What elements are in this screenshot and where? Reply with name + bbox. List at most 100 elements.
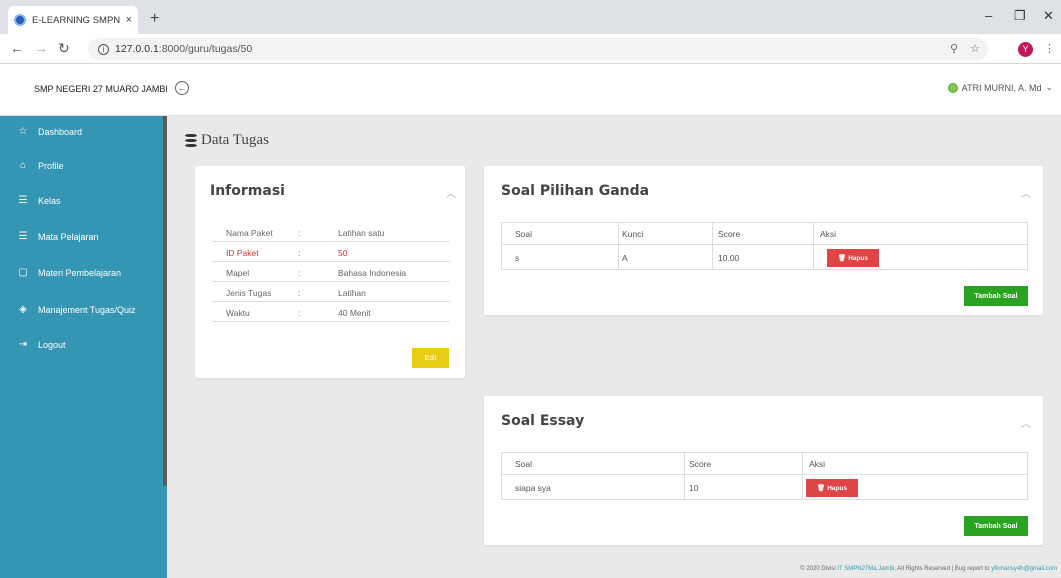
- info-value: Latihan satu: [338, 228, 385, 238]
- info-value: 50: [338, 248, 348, 258]
- footer-text: © 2020 Divisi: [800, 566, 836, 572]
- maximize-icon[interactable]: ❐: [1014, 8, 1026, 24]
- sidebar-item-label: Kelas: [38, 195, 61, 206]
- trash-icon: 🗑: [837, 255, 847, 262]
- logout-icon: ⇥: [18, 339, 28, 350]
- pilihan-ganda-card: Soal Pilihan Ganda ︿ Soal Kunci Score Ak…: [484, 166, 1043, 315]
- url-host: 127.0.0.1: [115, 43, 159, 55]
- column-header: Score: [718, 229, 741, 239]
- school-name[interactable]: SMP NEGERI 27 MUARO JAMBI: [34, 84, 168, 94]
- sidebar-item-kelas[interactable]: ☰ Kelas: [17, 195, 61, 206]
- edit-button[interactable]: Edit: [412, 348, 449, 368]
- tab-close-icon[interactable]: ×: [126, 14, 132, 26]
- hapus-button[interactable]: 🗑 Hapus: [806, 479, 858, 497]
- hapus-button[interactable]: 🗑 Hapus: [827, 249, 879, 267]
- app-header: SMP NEGERI 27 MUARO JAMBI ← ATRI MURNI, …: [0, 64, 1061, 116]
- page-title-text: Data Tugas: [201, 132, 269, 148]
- info-sep: :: [298, 288, 301, 298]
- url-input[interactable]: i 127.0.0.1:8000/guru/tugas/50: [88, 38, 988, 60]
- essay-card: Soal Essay ︿ Soal Score Aksi siapa sya 1…: [484, 396, 1043, 545]
- info-value: Bahasa Indonesia: [338, 268, 407, 278]
- new-tab-button[interactable]: +: [150, 10, 159, 28]
- chevron-up-icon[interactable]: ︿: [1021, 415, 1031, 430]
- reload-icon[interactable]: ↻: [58, 40, 70, 57]
- sidebar-toggle-icon[interactable]: ←: [175, 81, 189, 95]
- zoom-icon[interactable]: ⚲: [950, 42, 958, 55]
- user-menu[interactable]: ATRI MURNI, A. Md ⌄: [947, 82, 1053, 93]
- essay-table: Soal Score Aksi siapa sya 10 🗑 Hapus: [501, 452, 1028, 500]
- back-arrow-icon[interactable]: ←: [10, 40, 24, 56]
- chevron-up-icon[interactable]: ︿: [446, 185, 456, 200]
- address-bar-row: ← → ↻ i 127.0.0.1:8000/guru/tugas/50 ⚲ ☆…: [0, 34, 1061, 64]
- site-info-icon[interactable]: i: [98, 43, 109, 55]
- forward-arrow-icon[interactable]: →: [34, 40, 48, 56]
- info-row-id-paket: ID Paket : 50: [212, 243, 450, 262]
- trash-icon: 🗑: [816, 485, 826, 492]
- column-header: Aksi: [809, 459, 826, 469]
- browser-tab[interactable]: E-LEARNING SMPN 27 MUARO J ×: [8, 6, 138, 34]
- column-header: Kunci: [622, 229, 644, 239]
- info-value: Latihan: [338, 288, 366, 298]
- cell-soal: s: [515, 253, 520, 263]
- column-header: Soal: [515, 459, 533, 469]
- home-icon: ⌂: [19, 160, 27, 171]
- user-avatar-icon: [947, 82, 958, 93]
- layers-icon: ◈: [19, 304, 27, 315]
- site-favicon-icon: [14, 14, 26, 26]
- sidebar-item-label: Manajement Tugas/Quiz: [38, 304, 136, 315]
- sidebar-scrollbar[interactable]: [163, 116, 167, 486]
- close-window-icon[interactable]: ✕: [1043, 8, 1054, 24]
- column-header: Aksi: [820, 229, 837, 239]
- column-header: Soal: [515, 229, 533, 239]
- database-icon: ☰: [18, 231, 28, 242]
- info-sep: :: [298, 308, 301, 318]
- sidebar-item-materi-pembelajaran[interactable]: ▢ Materi Pembelajaran: [17, 267, 121, 278]
- info-sep: :: [298, 268, 301, 278]
- minimize-icon[interactable]: –: [985, 8, 992, 23]
- browser-tab-bar: E-LEARNING SMPN 27 MUARO J × + – ❐ ✕: [0, 0, 1061, 34]
- footer-link-email[interactable]: yfirmansy4h@gmail.com: [991, 566, 1057, 572]
- sidebar-item-dashboard[interactable]: ☆ Dashboard: [17, 126, 83, 137]
- footer-text: , All Rights Reserved | Bug report to: [894, 566, 990, 572]
- info-sep: :: [298, 228, 301, 238]
- chevron-up-icon[interactable]: ︿: [1021, 185, 1031, 200]
- profile-avatar[interactable]: Y: [1018, 42, 1033, 57]
- column-header: Score: [689, 459, 712, 469]
- tab-title: E-LEARNING SMPN 27 MUARO J: [32, 14, 120, 26]
- informasi-card: Informasi ︿ Nama Paket : Latihan satu ID…: [195, 166, 465, 378]
- cell-score: 10.00: [718, 253, 740, 263]
- user-name: ATRI MURNI, A. Md: [961, 82, 1042, 93]
- sidebar-item-label: Dashboard: [38, 126, 83, 137]
- star-icon: ☆: [18, 126, 28, 137]
- sidebar-item-label: Materi Pembelajaran: [38, 267, 122, 278]
- bookmark-star-icon[interactable]: ☆: [970, 42, 980, 55]
- tambah-soal-button[interactable]: Tambah Soal: [964, 286, 1028, 306]
- sidebar: ☆ Dashboard ⌂ Profile ☰ Kelas ☰ Mata Pel…: [0, 116, 167, 578]
- footer-link-division[interactable]: IT SMPN27Ma.Jambi: [837, 566, 894, 572]
- pilihan-ganda-table: Soal Kunci Score Aksi s A 10.00 🗑 Hapus: [501, 222, 1028, 270]
- square-icon: ▢: [18, 267, 28, 278]
- sidebar-item-mata-pelajaran[interactable]: ☰ Mata Pelajaran: [17, 231, 99, 242]
- sidebar-item-label: Profile: [38, 160, 64, 171]
- info-row-nama-paket: Nama Paket : Latihan satu: [212, 223, 450, 242]
- sidebar-item-profile[interactable]: ⌂ Profile: [17, 160, 64, 171]
- info-row-jenis-tugas: Jenis Tugas : Latihan: [212, 283, 450, 302]
- pilihan-ganda-title: Soal Pilihan Ganda: [501, 183, 650, 199]
- page-title: Data Tugas: [185, 132, 269, 149]
- database-icon: [185, 134, 197, 147]
- hapus-label: Hapus: [827, 484, 848, 492]
- cell-score: 10: [689, 483, 699, 493]
- info-row-waktu: Waktu : 40 Menit: [212, 303, 450, 322]
- sidebar-item-label: Mata Pelajaran: [38, 231, 99, 242]
- sidebar-item-manajement-tugas[interactable]: ◈ Manajement Tugas/Quiz: [17, 304, 136, 315]
- chevron-down-icon: ⌄: [1045, 82, 1053, 92]
- cell-soal: siapa sya: [515, 483, 551, 493]
- info-sep: :: [298, 248, 301, 258]
- footer: © 2020 Divisi IT SMPN27Ma.Jambi, All Rig…: [800, 566, 1057, 572]
- sidebar-item-logout[interactable]: ⇥ Logout: [17, 339, 66, 350]
- info-row-mapel: Mapel : Bahasa Indonesia: [212, 263, 450, 282]
- database-icon: ☰: [18, 195, 28, 206]
- browser-menu-icon[interactable]: ⋮: [1044, 42, 1055, 55]
- tambah-soal-button[interactable]: Tambah Soal: [964, 516, 1028, 536]
- informasi-title: Informasi: [210, 183, 285, 199]
